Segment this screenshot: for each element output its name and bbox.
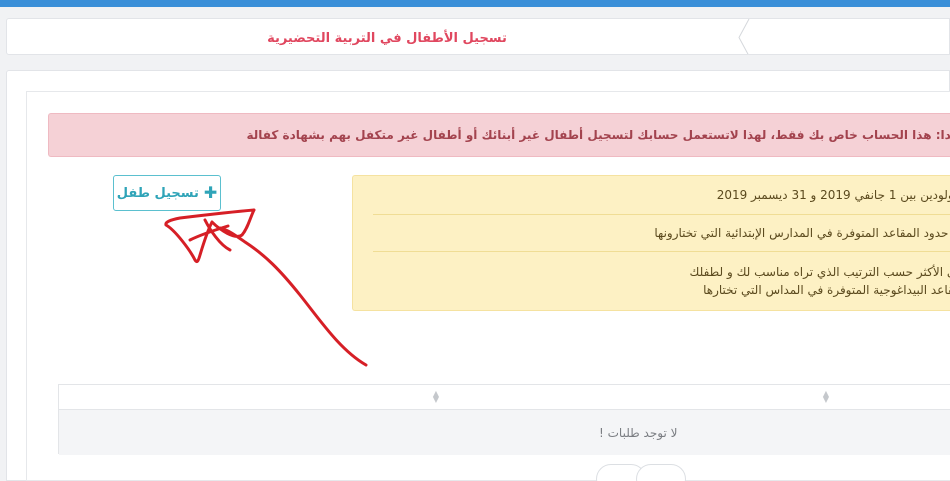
warning-alert-text: هام جدا: هذا الحساب خاص بك فقط، لهذا لات… [246,128,950,142]
breadcrumb-separator-icon [738,19,750,54]
sort-icon[interactable]: ▲ ▼ [821,390,831,404]
info-row-ranking-line1: على الأكثر حسب الترتيب الذي تراه مناسب ل… [689,265,950,279]
plus-icon: ✚ [203,183,218,202]
breadcrumb: تسجيل الأطفال في التربية التحضيرية [6,18,950,55]
info-divider [373,214,950,215]
requests-table: ▲ ▼ ▲ ▼ لا توجد طلبات ! [58,384,950,455]
info-divider [373,251,950,252]
info-alert: المولودين بين 1 جانفي 2019 و 31 ديسمبر 2… [352,175,950,311]
info-row-ranking-line2: المقاعد البيداغوجية المتوفرة في المداس ا… [703,283,950,297]
page-title: تسجيل الأطفال في التربية التحضيرية [267,31,507,46]
register-child-label: تسجيل طفل [116,185,199,201]
pagination-button[interactable] [636,464,686,481]
info-row-seats: في حدود المقاعد المتوفرة في المدارس الإب… [654,226,950,240]
info-row-ranking: على الأكثر حسب الترتيب الذي تراه مناسب ل… [368,263,950,299]
table-header: ▲ ▼ ▲ ▼ [59,385,950,410]
register-child-button[interactable]: تسجيل طفل ✚ [113,175,221,211]
table-empty-row: لا توجد طلبات ! [59,410,950,455]
sort-icon[interactable]: ▲ ▼ [431,390,441,404]
pagination [596,464,700,481]
top-accent-bar [0,0,950,7]
info-row-birthdates: المولودين بين 1 جانفي 2019 و 31 ديسمبر 2… [716,188,950,202]
warning-alert: هام جدا: هذا الحساب خاص بك فقط، لهذا لات… [48,113,950,157]
empty-message: لا توجد طلبات ! [599,426,678,440]
